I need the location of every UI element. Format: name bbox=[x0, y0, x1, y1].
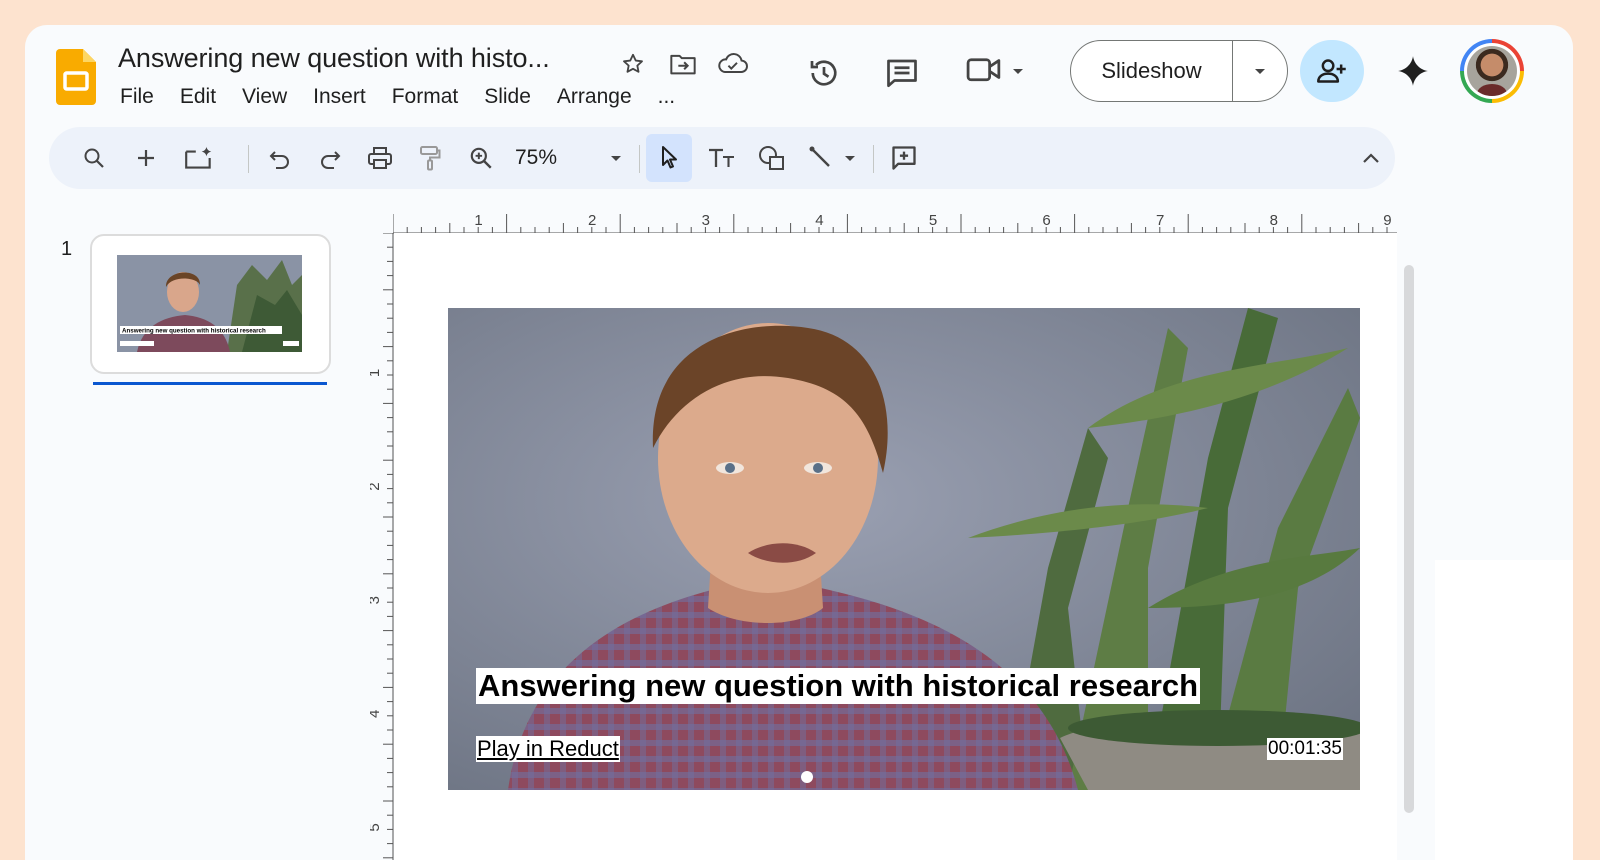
search-icon[interactable] bbox=[75, 137, 113, 179]
move-to-folder-icon[interactable] bbox=[665, 47, 701, 81]
chevron-down-icon bbox=[1011, 63, 1025, 81]
ruler-label: 2 bbox=[588, 212, 596, 229]
gemini-sparkle-icon[interactable] bbox=[1393, 51, 1433, 91]
menu-arrange[interactable]: Arrange bbox=[557, 83, 632, 111]
ruler-label: 2 bbox=[370, 482, 383, 490]
toolbar-divider bbox=[873, 145, 874, 173]
video-caption: Answering new question with historical r… bbox=[476, 668, 1201, 704]
menu-slide[interactable]: Slide bbox=[484, 83, 531, 111]
vertical-scrollbar[interactable] bbox=[1404, 265, 1414, 813]
toolbar-divider bbox=[248, 145, 249, 173]
slideshow-button-group: Slideshow bbox=[1070, 40, 1288, 102]
meet-camera-icon bbox=[965, 51, 1005, 92]
menu-file[interactable]: File bbox=[120, 83, 154, 111]
print-icon[interactable] bbox=[361, 137, 399, 179]
collapse-icon[interactable] bbox=[1356, 137, 1386, 179]
video-thumbnail-image[interactable]: Answering new question with historical r… bbox=[448, 308, 1360, 790]
ruler-label: 9 bbox=[1383, 212, 1391, 229]
play-in-reduct-link[interactable]: Play in Reduct bbox=[476, 736, 620, 762]
video-duration: 00:01:35 bbox=[1267, 738, 1343, 760]
avatar-ring bbox=[1464, 43, 1520, 99]
share-person-add-icon bbox=[1317, 59, 1346, 83]
account-avatar[interactable] bbox=[1460, 39, 1524, 103]
ruler-label: 1 bbox=[474, 212, 482, 229]
comments-icon[interactable] bbox=[880, 51, 924, 95]
new-slide-icon[interactable] bbox=[127, 137, 165, 179]
ruler-label: 5 bbox=[370, 823, 383, 831]
video-progress-dot bbox=[801, 771, 813, 783]
video-still bbox=[448, 308, 1360, 790]
chevron-down-icon bbox=[1255, 69, 1265, 74]
menu-format[interactable]: Format bbox=[392, 83, 459, 111]
line-icon bbox=[809, 146, 830, 167]
document-title[interactable]: Answering new question with histo... bbox=[118, 43, 550, 74]
slideshow-button[interactable]: Slideshow bbox=[1071, 41, 1232, 101]
ruler-label: 4 bbox=[815, 212, 823, 229]
toolbar: 75% bbox=[49, 127, 1395, 189]
text-box-icon[interactable] bbox=[701, 137, 743, 179]
side-panel-area bbox=[1435, 560, 1573, 860]
redo-icon[interactable] bbox=[311, 137, 349, 179]
zoom-icon[interactable] bbox=[462, 137, 500, 179]
menu-more[interactable]: ... bbox=[658, 83, 676, 111]
share-button[interactable] bbox=[1300, 40, 1364, 102]
slide-thumbnail[interactable]: Answering new question with historical r… bbox=[117, 255, 302, 352]
ruler-label: 5 bbox=[929, 212, 937, 229]
line-tool[interactable] bbox=[801, 137, 863, 179]
shape-icon[interactable] bbox=[751, 137, 793, 179]
paint-format-icon[interactable] bbox=[411, 137, 449, 179]
toolbar-divider bbox=[639, 145, 640, 173]
meet-button[interactable] bbox=[965, 51, 1025, 92]
menu-view[interactable]: View bbox=[242, 83, 287, 111]
app-window: Answering new question with histo... Fil… bbox=[25, 25, 1573, 860]
comment-add-icon[interactable] bbox=[883, 137, 925, 179]
slides-logo-icon[interactable] bbox=[56, 49, 96, 105]
cloud-saved-icon[interactable] bbox=[715, 47, 751, 81]
thumbnail-caption: Answering new question with historical r… bbox=[122, 328, 266, 335]
slide-selected-indicator bbox=[93, 382, 327, 385]
thumbnail-photo: Answering new question with historical r… bbox=[117, 255, 302, 352]
ruler-label: 1 bbox=[370, 369, 383, 377]
ruler-label: 8 bbox=[1270, 212, 1278, 229]
slideshow-options-button[interactable] bbox=[1232, 41, 1287, 101]
new-slide-with-layout-icon[interactable] bbox=[177, 137, 221, 179]
ruler-label: 7 bbox=[1156, 212, 1164, 229]
ruler-label: 3 bbox=[702, 212, 710, 229]
zoom-select[interactable]: 75% bbox=[511, 137, 627, 179]
slide-number: 1 bbox=[61, 238, 73, 260]
ruler-label: 3 bbox=[370, 596, 383, 604]
vertical-ruler[interactable]: 1 2 3 4 5 bbox=[370, 233, 394, 860]
ruler-label: 6 bbox=[1042, 212, 1050, 229]
undo-icon[interactable] bbox=[261, 137, 299, 179]
select-icon[interactable] bbox=[646, 134, 692, 182]
star-icon[interactable] bbox=[615, 47, 651, 81]
title-actions bbox=[615, 47, 751, 81]
menu-edit[interactable]: Edit bbox=[180, 83, 216, 111]
menu-bar: File Edit View Insert Format Slide Arran… bbox=[120, 83, 701, 111]
avatar-photo bbox=[1467, 46, 1517, 96]
chevron-down-icon bbox=[611, 156, 621, 161]
zoom-value: 75% bbox=[515, 146, 558, 169]
horizontal-ruler[interactable]: 1 2 3 4 5 6 7 8 9 bbox=[393, 210, 1397, 234]
ruler-label: 4 bbox=[370, 710, 383, 718]
menu-insert[interactable]: Insert bbox=[313, 83, 366, 111]
version-history-icon[interactable] bbox=[802, 51, 846, 95]
chevron-down-icon bbox=[845, 156, 855, 161]
